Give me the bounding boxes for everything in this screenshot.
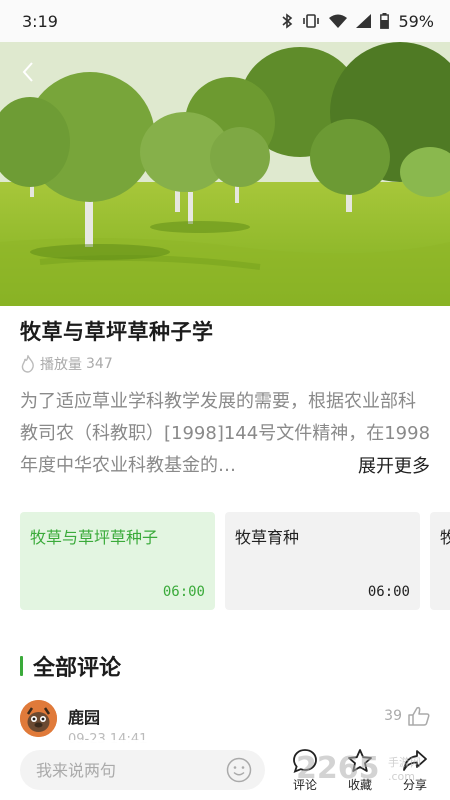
course-cover-image	[0, 42, 450, 306]
comments-heading-text: 全部评论	[33, 656, 122, 681]
wifi-icon	[329, 14, 348, 28]
comment-item: 鹿园 09-23 14:41 39	[20, 700, 430, 747]
bottom-bar: 评论 收藏 分享	[0, 740, 450, 800]
emoji-button[interactable]	[226, 757, 252, 783]
status-icons: 59%	[281, 12, 434, 31]
section-accent-bar	[20, 656, 23, 676]
episode-title: 牧	[440, 528, 450, 547]
battery-percent: 59%	[398, 11, 434, 31]
episode-title: 牧草育种	[235, 528, 300, 547]
star-icon	[348, 749, 372, 772]
signal-icon	[356, 14, 372, 28]
smiley-icon	[226, 757, 252, 783]
favorite-button[interactable]: 收藏	[340, 748, 380, 793]
comment-action-label: 评论	[292, 778, 317, 792]
episode-duration: 06:00	[162, 584, 205, 600]
share-icon	[403, 750, 427, 771]
episode-card[interactable]: 牧草与草坪草种子 06:00	[20, 512, 215, 610]
status-bar: 3:19 59%	[0, 0, 450, 42]
like-count: 39	[384, 708, 402, 724]
comment-username: 鹿园	[68, 708, 101, 727]
thumbs-up-icon	[408, 706, 430, 726]
episode-card[interactable]: 牧草育种 06:00	[225, 512, 420, 610]
bluetooth-icon	[282, 13, 293, 29]
chevron-left-icon	[22, 62, 33, 82]
back-button[interactable]	[14, 58, 42, 86]
flame-icon	[21, 355, 34, 373]
episode-list: 牧草与草坪草种子 06:00 牧草育种 06:00 牧	[20, 512, 450, 612]
like-button[interactable]: 39	[384, 706, 430, 726]
avatar[interactable]	[20, 700, 57, 737]
episode-duration: 06:00	[367, 584, 410, 600]
episode-title: 牧草与草坪草种子	[30, 528, 159, 547]
course-title: 牧草与草坪草种子学	[20, 320, 214, 344]
comment-icon	[293, 749, 317, 774]
play-count: 播放量 347	[20, 354, 113, 374]
status-time: 3:19	[22, 11, 58, 31]
favorite-label: 收藏	[347, 778, 372, 792]
vibrate-icon	[303, 14, 320, 28]
expand-more-button[interactable]: 展开更多	[344, 451, 430, 483]
play-count-label: 播放量	[40, 357, 82, 373]
play-count-value: 347	[86, 356, 113, 372]
episode-card[interactable]: 牧	[430, 512, 450, 610]
comments-heading: 全部评论	[20, 650, 121, 682]
comment-action-button[interactable]: 评论	[285, 748, 325, 793]
battery-icon	[380, 13, 390, 29]
share-button[interactable]: 分享	[395, 748, 435, 793]
share-label: 分享	[402, 778, 427, 792]
